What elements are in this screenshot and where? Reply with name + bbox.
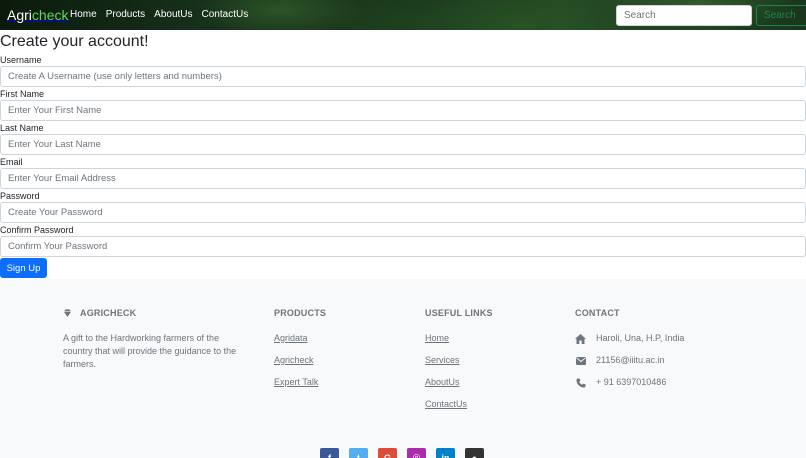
footer-brand: AGRICHECK [80, 308, 137, 318]
contact-email-text: 21156@iiitu.ac.in [596, 355, 665, 365]
phone-icon [575, 377, 586, 388]
nav-links: Home Products AboutUs ContactUs [70, 9, 257, 21]
twitter-icon[interactable]: t [349, 448, 368, 458]
instagram-icon[interactable]: ◎ [407, 448, 426, 458]
footer-tagline: A gift to the Hardworking farmers of the… [63, 333, 237, 369]
github-icon[interactable]: ● [465, 448, 484, 458]
gem-icon [63, 309, 72, 318]
nav-link-home[interactable]: Home [70, 9, 97, 21]
username-input[interactable] [0, 66, 806, 87]
footer: AGRICHECK A gift to the Hardworking farm… [0, 279, 806, 458]
product-link-expert-talk[interactable]: Expert Talk [274, 377, 318, 388]
first-name-label: First Name [0, 89, 45, 99]
email-label: Email [0, 157, 23, 167]
brand-logo[interactable]: Agricheck [7, 7, 68, 23]
footer-link-services[interactable]: Services [425, 355, 460, 366]
password-input[interactable] [0, 202, 806, 223]
contact-phone: + 91 6397010486 [575, 377, 666, 388]
brand-part-check: check [31, 7, 69, 23]
footer-link-home[interactable]: Home [425, 333, 449, 344]
product-link-agridata[interactable]: Agridata [274, 333, 308, 344]
first-name-input[interactable] [0, 100, 806, 121]
sign-up-button[interactable]: Sign Up [0, 258, 47, 278]
footer-link-contactus[interactable]: ContactUs [425, 399, 467, 410]
contact-address: Haroli, Una, H.P, India [575, 333, 684, 344]
products-heading: PRODUCTS [274, 308, 327, 318]
contact-phone-text: + 91 6397010486 [596, 377, 667, 387]
confirm-password-input[interactable] [0, 236, 806, 257]
confirm-password-label: Confirm Password [0, 225, 74, 235]
product-link-agricheck[interactable]: Agricheck [274, 355, 314, 366]
contact-email: 21156@iiitu.ac.in [575, 355, 665, 366]
linkedin-icon[interactable]: in [436, 448, 455, 458]
nav-link-contactus[interactable]: ContactUs [202, 9, 249, 21]
nav-link-aboutus[interactable]: AboutUs [154, 9, 192, 21]
home-icon [575, 333, 586, 344]
facebook-icon[interactable]: f [320, 448, 339, 458]
password-label: Password [0, 191, 40, 201]
contact-heading: CONTACT [575, 308, 620, 318]
page-title: Create your account! [0, 33, 149, 50]
envelope-icon [575, 355, 586, 366]
contact-address-text: Haroli, Una, H.P, India [596, 333, 685, 343]
search-input[interactable] [616, 5, 752, 26]
last-name-label: Last Name [0, 123, 44, 133]
last-name-input[interactable] [0, 134, 806, 155]
google-icon[interactable]: G [378, 448, 397, 458]
username-label: Username [0, 55, 42, 65]
navbar: Agricheck Home Products AboutUs ContactU… [0, 0, 806, 30]
search-button[interactable]: Search [756, 5, 806, 26]
nav-link-products[interactable]: Products [106, 9, 145, 21]
footer-link-aboutus[interactable]: AboutUs [425, 377, 460, 388]
email-input[interactable] [0, 168, 806, 189]
useful-links-heading: USEFUL LINKS [425, 308, 493, 318]
brand-part-agri: Agri [7, 7, 32, 23]
